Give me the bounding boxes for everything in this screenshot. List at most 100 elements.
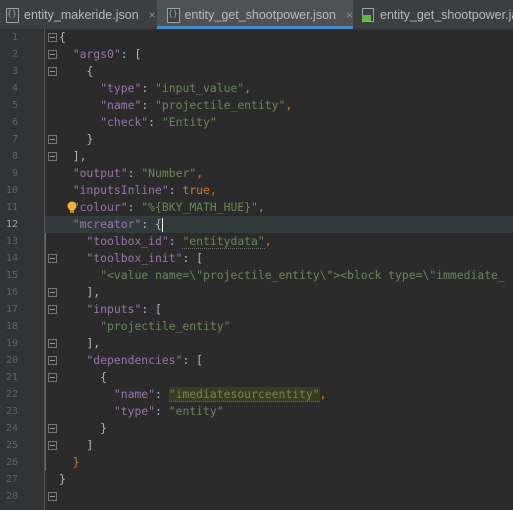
code-line: {	[45, 63, 513, 80]
code-line: }	[45, 131, 513, 148]
code-line: "projectile_entity"	[45, 318, 513, 335]
line-number: 17	[5, 304, 18, 315]
line-number: 3	[11, 66, 18, 77]
line-number: 2	[11, 49, 18, 60]
code-line: }	[45, 420, 513, 437]
json-key: "name"	[113, 387, 156, 401]
code-line: "dependencies": [	[45, 352, 513, 369]
code-line: ],	[45, 284, 513, 301]
code-line: {	[45, 29, 513, 46]
line-number: 28	[5, 491, 18, 502]
line-number: 6	[11, 117, 18, 128]
punctuation: : [	[141, 302, 162, 316]
json-string: "input_value"	[155, 81, 245, 95]
brace-open: {	[59, 30, 66, 44]
json-key: "type"	[100, 81, 142, 95]
json-string: "<value name=\"projectile_entity\"><bloc…	[100, 268, 505, 282]
code-line: "name": "imediatesourceentity",	[113, 387, 327, 402]
json-file-icon: {}	[167, 7, 180, 23]
line-number: 9	[11, 168, 18, 179]
json-key: "type"	[113, 404, 156, 418]
punctuation: : {	[141, 217, 162, 231]
json-key: "check"	[100, 115, 149, 129]
code-line: "inputsInline": true,	[72, 183, 217, 197]
punctuation: : [	[182, 353, 204, 367]
json-string: "%{BKY_MATH_HUE}"	[141, 200, 258, 214]
code-line: "toolbox_id": "entitydata",	[86, 234, 272, 249]
tab-label: entity_makeride.json	[24, 7, 139, 22]
code-line: "args0": [	[45, 46, 513, 63]
close-icon[interactable]: ×	[346, 8, 353, 22]
code-line: }	[45, 471, 513, 488]
json-key: "args0"	[72, 47, 121, 61]
tab-entity-get-shootpower-json[interactable]: {} entity_get_shootpower.json ×	[157, 0, 353, 29]
code-line: ]	[45, 437, 513, 454]
line-number: 21	[5, 372, 18, 383]
code-line: "inputs": [	[45, 301, 513, 318]
line-number: 13	[5, 236, 18, 247]
punctuation: {	[100, 370, 108, 384]
json-string-warning: "imediatesourceentity"	[168, 387, 320, 402]
json-key: "toolbox_init"	[86, 251, 183, 265]
line-number: 23	[5, 406, 18, 417]
code-line: "name": "projectile_entity",	[100, 98, 293, 112]
tab-entity-makeride-json[interactable]: {} entity_makeride.json ×	[6, 0, 156, 29]
java-file-icon	[362, 7, 374, 22]
close-icon[interactable]: ×	[149, 8, 156, 22]
json-string: "projectile_entity"	[155, 98, 286, 112]
code-line: ],	[45, 335, 513, 352]
json-string: "projectile_entity"	[100, 319, 231, 333]
line-number: 20	[5, 355, 18, 366]
code-line-current: "mcreator": {	[45, 216, 513, 233]
json-key: "output"	[72, 166, 128, 180]
punctuation: ],	[86, 336, 101, 350]
json-key: "inputs"	[86, 302, 142, 316]
json-key: "mcreator"	[72, 217, 142, 231]
punctuation: : [	[120, 47, 142, 61]
line-number: 5	[11, 100, 18, 111]
code-line: "type": "input_value",	[100, 81, 252, 95]
code-line: "check": "Entity"	[100, 115, 217, 129]
line-number: 19	[5, 338, 18, 349]
line-number: 15	[5, 270, 18, 281]
json-string: "Entity"	[161, 115, 217, 129]
json-string: "entity"	[168, 404, 224, 418]
tab-entity-get-shootpower-java[interactable]: entity_get_shootpower.java	[362, 0, 513, 29]
code-editor[interactable]: 1 2 3 4 5 6 7 8 9 10 11 12 13 14 15 16 1…	[0, 29, 513, 510]
lightbulb-icon[interactable]	[66, 200, 78, 214]
line-number: 7	[11, 134, 18, 145]
matched-brace: }	[72, 455, 80, 469]
json-key: "colour"	[72, 200, 128, 214]
line-number: 27	[5, 474, 18, 485]
json-key: "name"	[100, 98, 142, 112]
json-boolean: true	[182, 183, 210, 197]
line-number: 10	[5, 185, 18, 196]
punctuation: ],	[86, 285, 101, 299]
code-line: }	[45, 454, 513, 471]
line-number-current: 12	[5, 219, 18, 230]
line-number: 11	[5, 202, 18, 213]
code-line: "colour": "%{BKY_MATH_HUE}",	[72, 200, 265, 214]
code-line: "toolbox_init": [	[45, 250, 513, 267]
line-number: 14	[5, 253, 18, 264]
punctuation: }	[100, 421, 108, 435]
punctuation: : [	[182, 251, 204, 265]
json-string: "Number"	[141, 166, 197, 180]
json-string: "entitydata"	[182, 234, 265, 249]
json-key: "toolbox_id"	[86, 234, 169, 248]
line-number: 22	[5, 389, 18, 400]
json-key: "inputsInline"	[72, 183, 169, 197]
punctuation: }	[86, 132, 94, 146]
brace-close: }	[59, 472, 66, 486]
line-number: 1	[11, 32, 18, 43]
line-number: 16	[5, 287, 18, 298]
line-number: 24	[5, 423, 18, 434]
code-line: "type": "entity"	[113, 404, 224, 418]
code-line: "output": "Number",	[72, 166, 204, 180]
line-number: 26	[5, 457, 18, 468]
editor-tab-bar: {} entity_makeride.json × {} entity_get_…	[0, 0, 513, 30]
text-cursor	[161, 217, 163, 232]
tab-label: entity_get_shootpower.json	[184, 7, 336, 22]
code-line: ],	[45, 148, 513, 165]
